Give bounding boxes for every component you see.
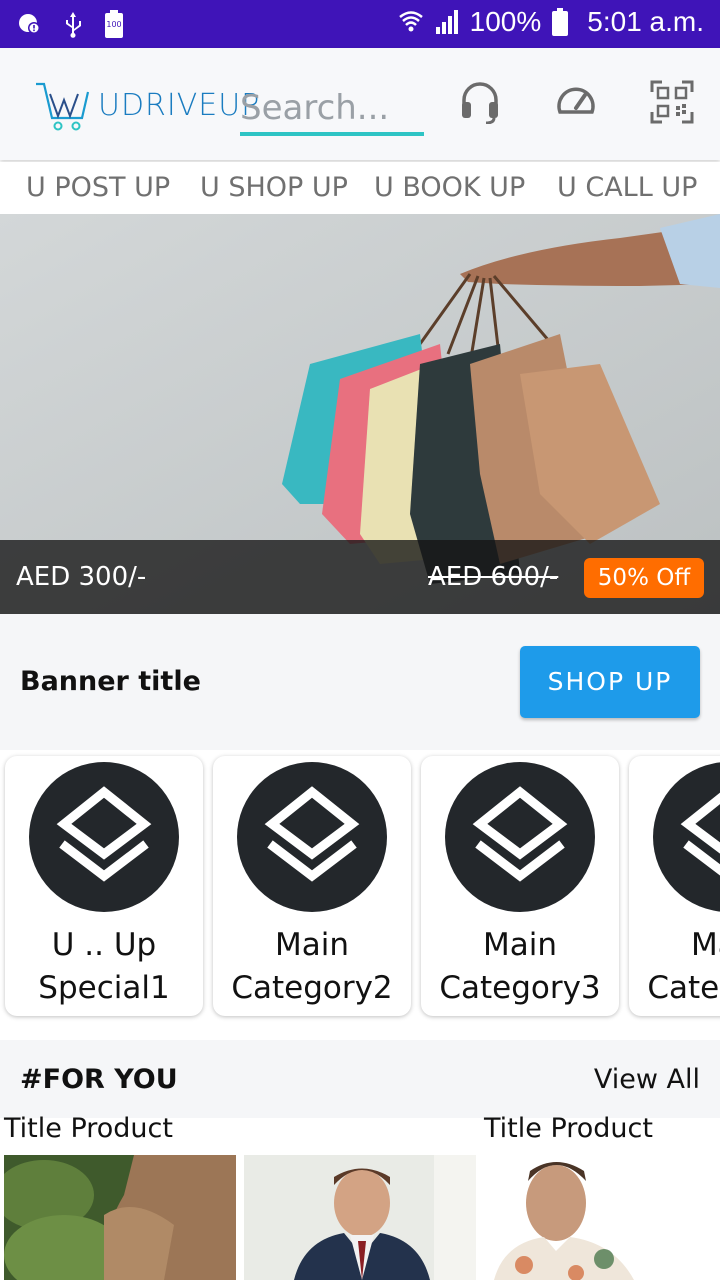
battery-saver-icon: 100 [104,10,124,38]
search-box[interactable] [240,84,424,136]
category-card[interactable]: Main Category2 [213,756,411,1016]
category-circle [237,762,387,912]
category-label-line2: Special1 [38,970,170,1006]
status-left-icons: 100 [16,10,124,38]
wifi-icon [398,11,423,32]
discount-badge: 50% Off [584,558,704,598]
category-circle [653,762,720,912]
category-label-line2: Category4 [647,970,720,1006]
category-card[interactable]: Main Category4 [629,756,720,1016]
original-price: AED 600/- [428,562,559,592]
speedometer-icon[interactable] [554,80,598,124]
category-circle [29,762,179,912]
headset-icon[interactable] [458,80,502,124]
category-circle [445,762,595,912]
product-title[interactable]: Title Product [484,1113,653,1144]
status-bar: 100 100% 5:01 a.m. [0,0,720,48]
category-label: U .. Up Special1 [5,924,203,1010]
category-carousel[interactable]: U .. Up Special1 Main Category2 Main Cat… [0,750,720,1040]
search-input[interactable] [240,84,424,132]
layers-icon [680,792,720,876]
product-title[interactable]: Title Product [4,1113,173,1144]
battery-percent: 100% [469,6,542,37]
category-label-line2: Category2 [231,970,393,1006]
category-label: Main Category4 [629,924,720,1010]
product-image[interactable] [484,1155,716,1280]
top-nav-tabs: U POST UP U SHOP UP U BOOK UP U CALL UP [0,162,720,214]
category-label: Main Category3 [421,924,619,1010]
tab-u-post-up[interactable]: U POST UP [26,172,170,203]
layers-icon [264,786,360,882]
category-label-line1: Main [690,927,720,963]
for-you-title: #FOR YOU [20,1064,178,1095]
logo-text: UDRIVEUP [98,88,261,123]
notification-icon [19,14,40,34]
tab-u-shop-up[interactable]: U SHOP UP [200,172,348,203]
battery-icon [552,8,569,36]
product-photo-plants [4,1155,236,1280]
layers-icon [472,786,568,882]
battery-saver-label: 100 [106,20,122,29]
category-label-line1: Main [274,927,349,963]
qr-scan-icon[interactable] [650,80,694,124]
shop-up-button[interactable]: SHOP UP [520,646,700,718]
layers-icon [56,786,152,882]
product-image[interactable] [244,1155,476,1280]
category-card[interactable]: Main Category3 [421,756,619,1016]
cart-logo-icon [36,82,90,131]
app-header: UDRIVEUP [0,48,720,160]
tab-u-book-up[interactable]: U BOOK UP [374,172,525,203]
banner-title: Banner title [20,666,201,697]
tab-u-call-up[interactable]: U CALL UP [557,172,697,203]
current-price: AED 300/- [16,562,147,592]
status-right: 100% 5:01 a.m. [398,6,704,38]
product-image[interactable] [4,1155,236,1280]
clock: 5:01 a.m. [587,6,704,37]
view-all-link[interactable]: View All [594,1064,700,1095]
usb-icon [66,12,81,38]
category-label: Main Category2 [213,924,411,1010]
product-photo-suit [244,1155,476,1280]
category-card[interactable]: U .. Up Special1 [5,756,203,1016]
signal-icon [435,10,458,34]
category-label-line2: Category3 [439,970,601,1006]
category-label-line1: U .. Up [51,927,157,963]
app-logo[interactable]: UDRIVEUP [34,76,259,136]
category-label-line1: Main [482,927,557,963]
product-photo-shirt [484,1155,716,1280]
